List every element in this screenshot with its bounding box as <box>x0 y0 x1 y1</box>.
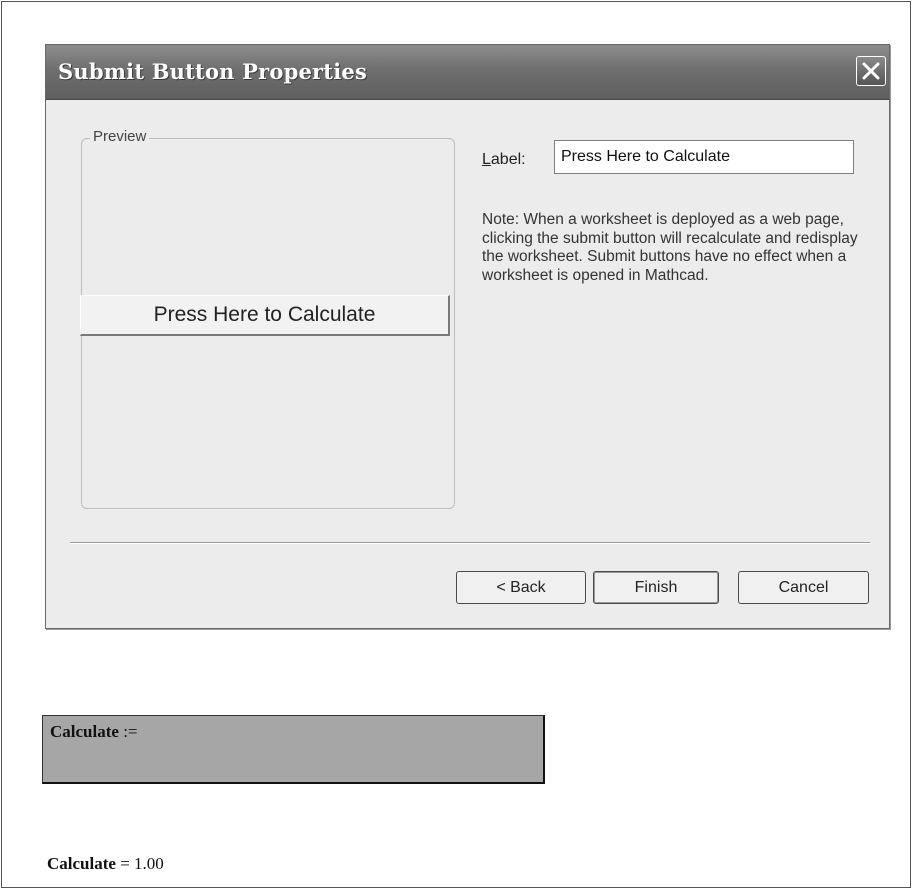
close-icon <box>862 62 880 80</box>
definition-operator: := <box>123 722 138 741</box>
close-button[interactable] <box>856 56 886 86</box>
cancel-button[interactable]: Cancel <box>738 571 869 604</box>
page-frame: Submit Button Properties Preview Press H… <box>1 1 911 888</box>
worksheet-submit-control[interactable]: Calculate := <box>42 715 545 784</box>
preview-submit-button: Press Here to Calculate <box>80 295 450 336</box>
back-button[interactable]: < Back <box>456 571 586 604</box>
label-field-label: Label: <box>482 151 526 168</box>
dialog-separator <box>70 542 870 544</box>
result-variable: Calculate <box>47 854 116 873</box>
note-text: Note: When a worksheet is deployed as a … <box>482 211 858 284</box>
result-value: 1.00 <box>134 854 164 873</box>
finish-button[interactable]: Finish <box>593 571 719 604</box>
dialog-title: Submit Button Properties <box>58 59 367 84</box>
label-input[interactable]: Press Here to Calculate <box>554 140 854 174</box>
submit-button-properties-dialog: Submit Button Properties Preview Press H… <box>45 44 890 629</box>
dialog-titlebar[interactable]: Submit Button Properties <box>46 45 889 100</box>
result-operator: = <box>120 854 130 873</box>
definition-variable: Calculate <box>50 722 119 741</box>
preview-group: Preview Press Here to Calculate <box>80 128 455 509</box>
label-field-label-rest: abel: <box>490 151 526 168</box>
preview-legend: Preview <box>90 128 150 145</box>
definition-expression: Calculate := <box>50 722 138 742</box>
result-expression: Calculate = 1.00 <box>47 854 164 874</box>
